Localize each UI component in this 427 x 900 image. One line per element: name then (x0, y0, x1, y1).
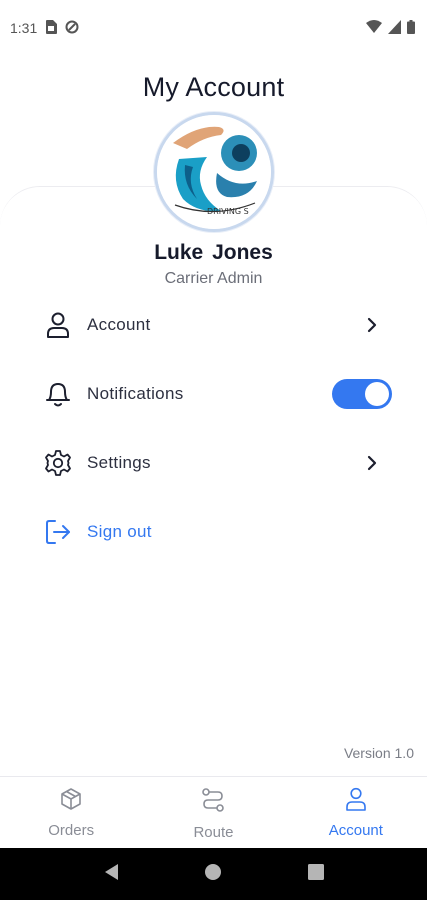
nav-label-route: Route (193, 824, 234, 841)
sim-card-icon (45, 19, 58, 37)
user-role: Carrier Admin (164, 270, 263, 287)
bell-icon (42, 378, 74, 410)
notifications-toggle[interactable] (332, 379, 392, 409)
nav-item-account[interactable]: Account (285, 777, 427, 848)
menu-item-account[interactable]: Account (42, 305, 392, 345)
back-icon[interactable] (103, 863, 119, 886)
gear-icon (42, 447, 74, 479)
menu-label-settings: Settings (87, 453, 151, 472)
wifi-icon (366, 19, 382, 37)
nav-label-orders: Orders (48, 822, 95, 839)
signal-icon (388, 19, 401, 37)
chevron-right-icon (362, 453, 382, 473)
battery-icon (407, 19, 415, 37)
menu-label-signout: Sign out (87, 522, 152, 541)
app-version: Version 1.0 (343, 745, 414, 761)
menu-label-notifications: Notifications (87, 384, 184, 403)
status-time: 1:31 (10, 20, 38, 36)
status-bar: 1:31 (0, 0, 427, 56)
logout-icon (42, 516, 74, 548)
company-logo-icon: DRIVING S (157, 115, 271, 229)
route-icon (201, 787, 225, 818)
menu-item-settings[interactable]: Settings (42, 443, 392, 483)
page-title: My Account (142, 72, 285, 102)
person-icon (345, 787, 367, 816)
recents-icon[interactable] (308, 863, 325, 885)
chevron-right-icon (362, 315, 382, 335)
bottom-nav: Orders Route Account (0, 776, 427, 848)
status-left: 1:31 (10, 19, 79, 37)
data-saver-icon (65, 20, 79, 37)
person-icon (42, 309, 74, 341)
menu-label-account: Account (87, 315, 151, 334)
toggle-knob (365, 382, 389, 406)
nav-item-route[interactable]: Route (142, 777, 284, 848)
menu-item-notifications: Notifications (42, 374, 392, 414)
system-nav-bar (0, 848, 427, 900)
nav-label-account: Account (328, 822, 383, 839)
avatar[interactable]: DRIVING S (154, 112, 274, 232)
status-right (366, 19, 415, 37)
home-icon[interactable] (204, 863, 222, 886)
sign-out-button[interactable]: Sign out (42, 512, 392, 552)
nav-item-orders[interactable]: Orders (0, 777, 142, 848)
logo-text: DRIVING S (207, 207, 249, 216)
user-name: Luke Jones (154, 241, 273, 264)
box-icon (59, 787, 83, 816)
